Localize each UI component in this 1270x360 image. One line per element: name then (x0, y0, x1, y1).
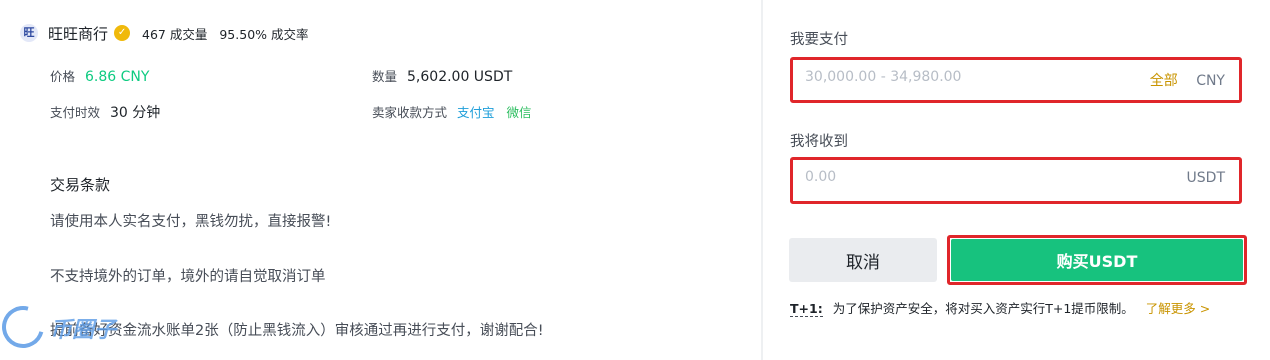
pay-amount-input[interactable] (803, 68, 1107, 86)
merchant-header: 旺 旺旺商行 ✓ 467 成交量 95.50% 成交率 (20, 22, 321, 44)
payment-method-wechat: 微信 (506, 105, 532, 120)
receive-amount-label: 我将收到 (790, 134, 848, 150)
merchant-completion-rate: 95.50% 成交率 (219, 26, 309, 42)
payment-method-alipay: 支付宝 (457, 105, 495, 120)
watermark: 币圈子 (0, 298, 150, 360)
quantity-label: 数量 (372, 69, 398, 84)
price-label: 价格 (50, 69, 76, 84)
quantity-value: 5,602.00 USDT (407, 69, 513, 85)
buy-usdt-button[interactable]: 购买USDT (951, 239, 1243, 281)
pay-all-button[interactable]: 全部 (1150, 73, 1178, 89)
terms-line: 不支持境外的订单，境外的请自觉取消订单 (50, 269, 326, 285)
receive-amount-field: USDT (790, 157, 1242, 204)
payment-methods-row: 卖家收款方式 支付宝 微信 (372, 102, 532, 121)
pay-amount-field: 全部 CNY (790, 57, 1242, 103)
t1-notice-text: 为了保护资产安全，将对买入资产实行T+1提币限制。 (832, 301, 1134, 316)
cancel-button[interactable]: 取消 (789, 238, 937, 282)
receive-currency-unit: USDT (1186, 170, 1225, 186)
trade-form-panel: 我要支付 全部 CNY 我将收到 USDT 取消 购买USDT T+1: 为了保… (763, 0, 1270, 360)
pay-amount-label: 我要支付 (790, 32, 848, 48)
pay-amount-suffix: 全部 CNY (1150, 70, 1225, 90)
payment-time-value: 30 分钟 (110, 105, 161, 121)
quantity-row: 数量 5,602.00 USDT (372, 66, 512, 85)
pay-currency-unit: CNY (1196, 73, 1225, 89)
price-row: 价格 6.86 CNY (50, 66, 149, 85)
merchant-order-count: 467 成交量 (142, 26, 208, 42)
terms-title: 交易条款 (50, 176, 111, 194)
terms-line: 请使用本人实名支付，黑钱勿扰，直接报警! (50, 214, 332, 230)
price-value: 6.86 CNY (85, 69, 150, 85)
buy-button-highlight: 购买USDT (947, 235, 1247, 285)
watermark-text: 币圈子 (50, 318, 117, 343)
receive-amount-suffix: USDT (1187, 170, 1225, 186)
merchant-avatar[interactable]: 旺 (20, 24, 38, 42)
payment-time-label: 支付时效 (50, 105, 101, 120)
verified-badge-icon: ✓ (114, 25, 131, 41)
t1-tag[interactable]: T+1: (790, 301, 823, 317)
merchant-name[interactable]: 旺旺商行 (48, 23, 108, 44)
receive-amount-input[interactable] (803, 168, 1107, 186)
watermark-logo-icon (0, 298, 52, 356)
learn-more-link[interactable]: 了解更多 > (1146, 298, 1210, 317)
t1-notice: T+1: 为了保护资产安全，将对买入资产实行T+1提币限制。 了解更多 > (790, 298, 1210, 317)
payment-time-row: 支付时效 30 分钟 (50, 102, 160, 122)
payment-methods-label: 卖家收款方式 (372, 105, 448, 120)
order-info-panel: 旺 旺旺商行 ✓ 467 成交量 95.50% 成交率 价格 6.86 CNY … (0, 0, 760, 360)
